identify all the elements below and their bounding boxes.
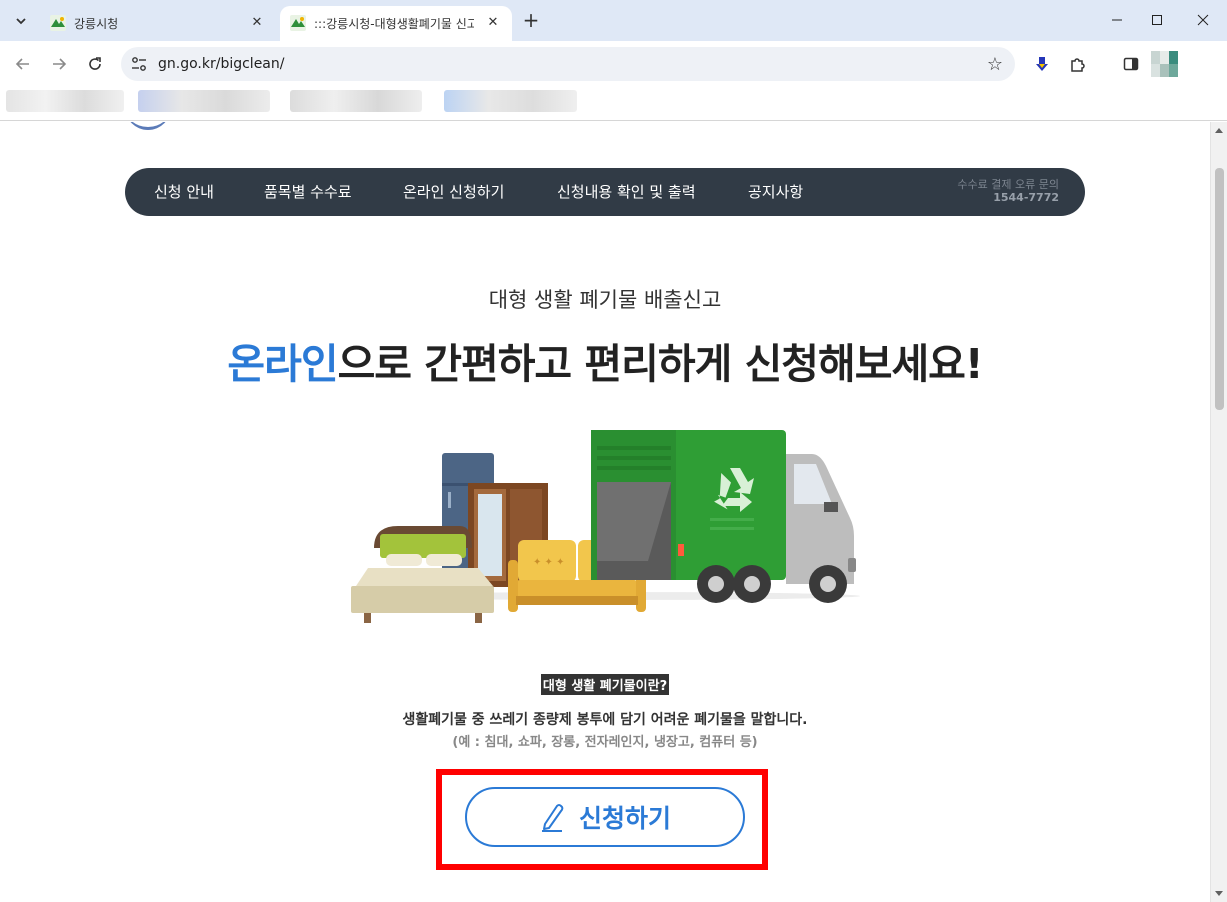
reload-icon bbox=[89, 57, 101, 70]
side-panel-icon[interactable] bbox=[1120, 53, 1142, 75]
site-info-icon[interactable] bbox=[131, 56, 147, 72]
bookmark-star-icon[interactable]: ☆ bbox=[987, 54, 1003, 75]
hero-title: 온라인으로 간편하고 편리하게 신청해보세요! bbox=[0, 330, 1210, 390]
site-favicon-icon bbox=[290, 15, 306, 31]
scroll-down-arrow-icon[interactable] bbox=[1215, 891, 1223, 896]
bookmark-item[interactable] bbox=[138, 90, 270, 112]
address-bar[interactable]: gn.go.kr/bigclean/ ☆ bbox=[121, 47, 1015, 81]
definition-examples: (예 : 침대, 쇼파, 장롱, 전자레인지, 냉장고, 컴퓨터 등) bbox=[452, 735, 758, 750]
web-page: 신청 안내 품목별 수수료 온라인 신청하기 신청내용 확인 및 출력 공지사항… bbox=[0, 122, 1210, 902]
minimize-icon bbox=[1112, 19, 1122, 21]
site-logo[interactable] bbox=[125, 122, 171, 130]
nav-item-fees-by-item[interactable]: 품목별 수수료 bbox=[264, 181, 352, 202]
forward-button[interactable] bbox=[47, 52, 71, 76]
hero-title-rest: 으로 간편하고 편리하게 신청해보세요! bbox=[337, 340, 984, 388]
bookmark-item[interactable] bbox=[290, 90, 422, 112]
nav-item-online-apply[interactable]: 온라인 신청하기 bbox=[403, 181, 504, 202]
definition-title: 대형 생활 폐기물이란? bbox=[0, 674, 1210, 695]
scroll-up-arrow-icon[interactable] bbox=[1215, 128, 1223, 133]
main-nav: 신청 안내 품목별 수수료 온라인 신청하기 신청내용 확인 및 출력 공지사항… bbox=[125, 168, 1085, 216]
site-favicon-icon bbox=[50, 15, 66, 31]
tab-strip: 강릉시청 ✕ :::강릉시청-대형생활폐기물 신고 ✕ + bbox=[0, 0, 1227, 41]
svg-text:✦ ✦ ✦: ✦ ✦ ✦ bbox=[533, 557, 565, 568]
browser-toolbar: gn.go.kr/bigclean/ ☆ bbox=[0, 41, 1227, 87]
profile-avatar[interactable] bbox=[1151, 51, 1185, 77]
page-scrollbar[interactable] bbox=[1210, 122, 1227, 902]
url-text: gn.go.kr/bigclean/ bbox=[158, 56, 285, 72]
back-button[interactable] bbox=[11, 52, 35, 76]
new-tab-button[interactable]: + bbox=[520, 10, 542, 32]
tab-close-icon[interactable]: ✕ bbox=[248, 14, 266, 32]
hero-subtitle: 대형 생활 폐기물 배출신고 bbox=[488, 288, 722, 312]
tab-gangneung-city[interactable]: 강릉시청 ✕ bbox=[40, 6, 276, 41]
arrow-left-icon bbox=[15, 58, 29, 70]
apply-button-label: 신청하기 bbox=[578, 804, 671, 833]
hero-title-highlight: 온라인 bbox=[227, 340, 338, 388]
chevron-down-icon bbox=[16, 18, 26, 25]
scrollbar-thumb[interactable] bbox=[1215, 168, 1224, 410]
nav-item-apply-guide[interactable]: 신청 안내 bbox=[154, 181, 214, 202]
payment-error-contact: 수수료 결제 오류 문의 1544-7772 bbox=[957, 178, 1059, 204]
close-icon bbox=[1197, 14, 1209, 26]
contact-number: 1544-7772 bbox=[993, 191, 1059, 204]
nav-item-check-print[interactable]: 신청내용 확인 및 출력 bbox=[557, 181, 696, 202]
pencil-icon bbox=[541, 804, 564, 832]
tab-title: :::강릉시청-대형생활폐기물 신고 bbox=[314, 17, 474, 31]
close-window-button[interactable] bbox=[1180, 0, 1226, 40]
extensions-puzzle-icon[interactable] bbox=[1067, 53, 1089, 75]
definition-description: 생활폐기물 중 쓰레기 종량제 봉투에 담기 어려운 폐기물을 말합니다. bbox=[402, 712, 808, 728]
definition-title-text: 대형 생활 폐기물이란? bbox=[540, 674, 670, 695]
nav-item-notices[interactable]: 공지사항 bbox=[748, 181, 803, 202]
reload-button[interactable] bbox=[83, 52, 107, 76]
bookmarks-bar bbox=[0, 87, 1227, 121]
maximize-icon bbox=[1152, 15, 1162, 25]
arrow-right-icon bbox=[53, 58, 67, 70]
tab-close-icon[interactable]: ✕ bbox=[484, 14, 502, 32]
waste-collection-illustration: ✦ ✦ ✦ ✦ ✦ ✦ bbox=[351, 430, 860, 623]
maximize-button[interactable] bbox=[1134, 0, 1180, 40]
browser-window: 강릉시청 ✕ :::강릉시청-대형생활폐기물 신고 ✕ + gn.go.kr/b… bbox=[0, 0, 1227, 902]
tab-search-button[interactable] bbox=[8, 8, 34, 34]
apply-button[interactable]: 신청하기 bbox=[465, 787, 745, 847]
contact-label: 수수료 결제 오류 문의 bbox=[957, 178, 1059, 191]
extension-download-icon[interactable] bbox=[1031, 53, 1053, 75]
bookmark-item[interactable] bbox=[6, 90, 124, 112]
tab-title: 강릉시청 bbox=[74, 17, 119, 31]
bookmark-item[interactable] bbox=[444, 90, 577, 112]
tab-bigclean[interactable]: :::강릉시청-대형생활폐기물 신고 ✕ bbox=[280, 6, 512, 41]
